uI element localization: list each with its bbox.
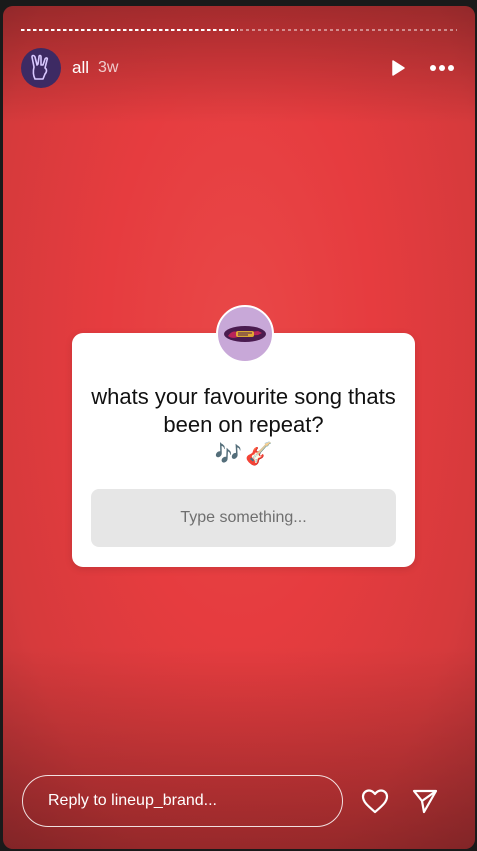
rock-hand-icon[interactable] [21,48,61,88]
question-sticker: whats your favourite song thats been on … [72,305,415,567]
lineup-logo-icon [216,305,274,363]
question-emojis: 🎶 🎸 [72,441,415,467]
guitar-icon: 🎸 [245,441,273,466]
story-header: all 3w [21,48,457,88]
music-notes-icon: 🎶 [214,441,242,466]
answer-placeholder: Type something... [180,509,307,526]
send-icon[interactable] [407,783,443,819]
story-viewer[interactable]: all 3w whats your favourite song thats b… [3,6,475,849]
story-progress-bar [21,29,457,32]
timestamp: 3w [98,59,119,76]
play-icon[interactable] [383,53,413,83]
progress-segment-viewed [21,29,238,31]
more-options-icon[interactable] [427,53,457,83]
story-footer: Reply to lineup_brand... [22,774,457,828]
reply-input[interactable]: Reply to lineup_brand... [22,775,343,827]
username[interactable]: all [72,58,89,78]
heart-icon[interactable] [357,783,393,819]
question-text: whats your favourite song thats been on … [91,384,396,437]
reply-placeholder: Reply to lineup_brand... [48,792,217,809]
progress-segment-pending [240,29,457,31]
answer-input[interactable]: Type something... [91,489,396,547]
